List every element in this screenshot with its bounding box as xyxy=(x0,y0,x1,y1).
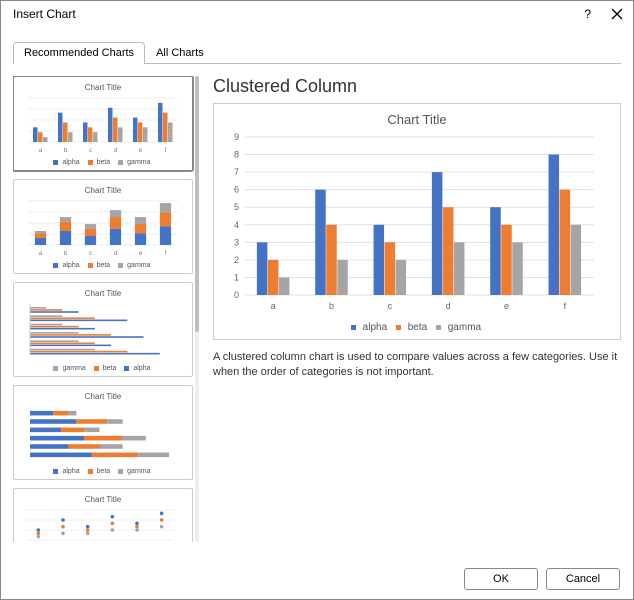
thumb-title: Chart Title xyxy=(20,83,186,92)
thumb-legend: alpha beta gamma xyxy=(20,468,186,475)
thumb-chart-scatter-icon xyxy=(20,508,180,542)
svg-text:a: a xyxy=(39,251,43,257)
chart-type-heading: Clustered Column xyxy=(213,76,621,97)
thumbnail-clustered-bar[interactable]: Chart Title gamma beta alpha xyxy=(13,282,193,377)
thumb-chart-stacked-icon: a b c d e f xyxy=(20,199,180,257)
thumb-title: Chart Title xyxy=(20,186,186,195)
dialog-title: Insert Chart xyxy=(13,7,76,21)
close-button[interactable] xyxy=(611,8,623,20)
thumb-chart-clustered-icon: a b c d e f xyxy=(20,96,180,154)
chart-legend: alpha beta gamma xyxy=(222,322,612,333)
svg-text:d: d xyxy=(446,301,451,311)
svg-text:9: 9 xyxy=(234,133,239,142)
help-button[interactable]: ? xyxy=(584,7,591,21)
thumbnail-stacked-column[interactable]: Chart Title a b c d e f alpha beta gamma xyxy=(13,179,193,274)
thumbnail-scrollbar[interactable] xyxy=(195,76,199,542)
svg-text:1: 1 xyxy=(234,272,239,282)
chart-preview: Chart Title 0 1 2 3 4 5 6 7 8 9 a b c d e f alpha beta … xyxy=(213,103,621,340)
tab-recommended-charts[interactable]: Recommended Charts xyxy=(13,42,145,64)
svg-text:d: d xyxy=(114,251,117,257)
svg-text:e: e xyxy=(504,301,509,311)
chart-title: Chart Title xyxy=(222,112,612,127)
svg-text:c: c xyxy=(89,148,92,154)
thumbnail-stacked-bar[interactable]: Chart Title alpha beta gamma xyxy=(13,385,193,480)
thumbnail-clustered-column[interactable]: Chart Title a b c d e f alpha beta gamma xyxy=(13,76,193,171)
svg-text:e: e xyxy=(139,148,143,154)
close-icon xyxy=(611,8,623,20)
svg-text:0: 0 xyxy=(234,290,239,300)
thumbnail-list: Chart Title a b c d e f alpha beta gamma Char… xyxy=(13,76,199,542)
svg-text:c: c xyxy=(89,251,92,257)
svg-text:a: a xyxy=(271,301,276,311)
thumb-legend: alpha beta gamma xyxy=(20,262,186,269)
svg-text:f: f xyxy=(165,251,167,257)
thumb-title: Chart Title xyxy=(20,495,186,504)
thumbnail-scatter[interactable]: Chart Title xyxy=(13,488,193,542)
svg-text:e: e xyxy=(139,251,143,257)
tab-all-charts[interactable]: All Charts xyxy=(145,42,215,64)
svg-text:5: 5 xyxy=(234,202,239,212)
svg-text:f: f xyxy=(165,148,167,154)
svg-text:b: b xyxy=(64,148,68,154)
chart-canvas: 0 1 2 3 4 5 6 7 8 9 a b c d e f xyxy=(222,133,600,313)
thumb-chart-hstack-icon xyxy=(20,405,180,463)
thumb-title: Chart Title xyxy=(20,289,186,298)
svg-text:6: 6 xyxy=(234,185,239,195)
svg-text:4: 4 xyxy=(234,220,239,230)
svg-text:b: b xyxy=(329,301,334,311)
cancel-button[interactable]: Cancel xyxy=(546,568,620,590)
svg-text:f: f xyxy=(564,301,567,311)
scrollbar-thumb[interactable] xyxy=(195,76,199,332)
svg-text:d: d xyxy=(114,148,117,154)
svg-text:c: c xyxy=(388,301,393,311)
svg-text:8: 8 xyxy=(234,150,239,160)
thumb-title: Chart Title xyxy=(20,392,186,401)
svg-text:a: a xyxy=(39,148,43,154)
thumb-legend: gamma beta alpha xyxy=(20,365,186,372)
thumb-chart-hbar-icon xyxy=(20,302,180,360)
svg-text:2: 2 xyxy=(234,255,239,265)
tab-bar: Recommended Charts All Charts xyxy=(1,33,633,63)
chart-description: A clustered column chart is used to comp… xyxy=(213,350,621,380)
svg-text:b: b xyxy=(64,251,68,257)
svg-text:7: 7 xyxy=(234,167,239,177)
ok-button[interactable]: OK xyxy=(464,568,538,590)
thumb-legend: alpha beta gamma xyxy=(20,159,186,166)
svg-text:3: 3 xyxy=(234,237,239,247)
